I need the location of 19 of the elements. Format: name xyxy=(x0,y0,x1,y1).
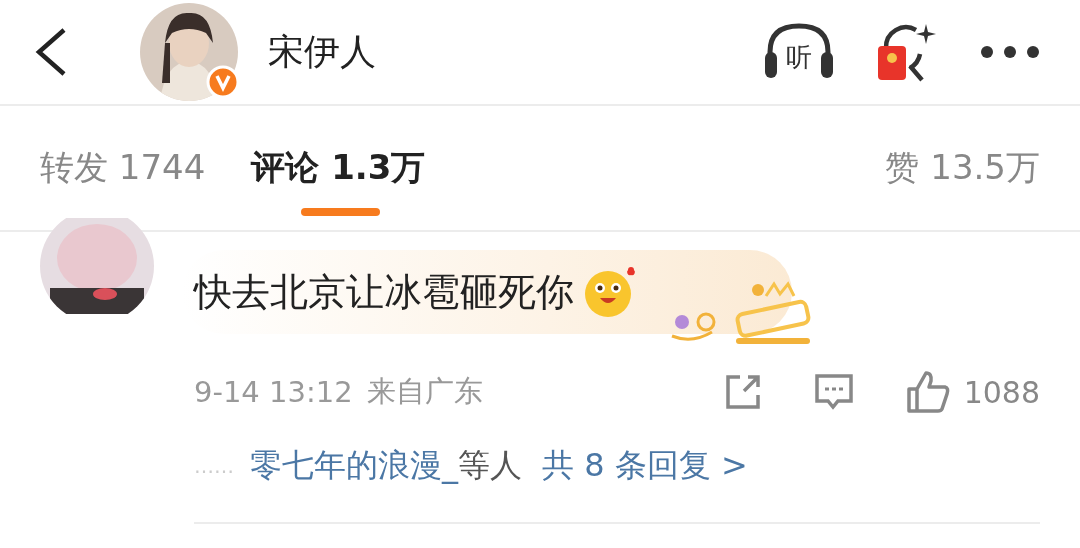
smiling-face-icon xyxy=(582,264,638,320)
user-name: 宋伊人 xyxy=(268,29,376,74)
thumbs-up-icon xyxy=(905,370,950,414)
reply-user-link[interactable]: 零七年的浪漫_ xyxy=(250,444,458,488)
more-icon[interactable] xyxy=(980,45,1040,59)
reply-dots: …… xyxy=(194,454,234,478)
share-icon[interactable] xyxy=(723,373,762,411)
listen-button[interactable]: 听 xyxy=(762,20,836,84)
tab[interactable]: 赞 13.5万 xyxy=(885,118,1040,218)
comment-location: 来自广东 xyxy=(366,373,483,410)
reply-count-link[interactable]: 共 8 条回复 > xyxy=(542,444,748,488)
comment-text: 快去北京让冰雹砸死你 xyxy=(194,268,574,316)
back-icon[interactable] xyxy=(34,27,68,77)
tab[interactable]: 评论 1.3万 xyxy=(251,118,426,218)
like-button[interactable]: 1088 xyxy=(905,370,1040,414)
comment-time: 9-14 13:12 xyxy=(194,375,353,409)
tab[interactable]: 转发 1744 xyxy=(40,118,206,218)
comment-icon[interactable] xyxy=(813,373,854,411)
reply-suffix: 等人 xyxy=(458,445,522,486)
